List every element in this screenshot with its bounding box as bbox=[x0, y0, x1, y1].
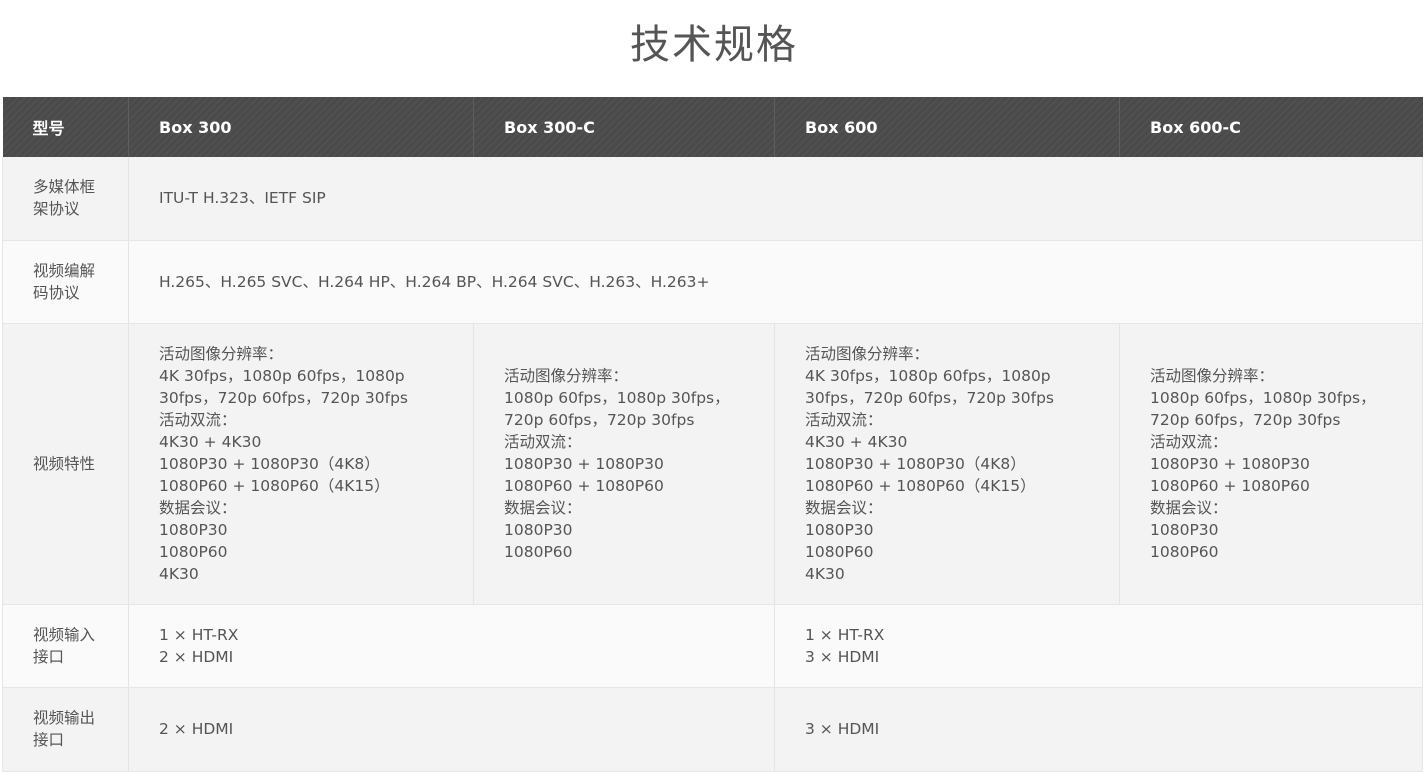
cell-line: 1080p 60fps，1080p 30fps， bbox=[1150, 388, 1376, 407]
cell-line: 2 × HDMI bbox=[159, 647, 234, 666]
cell-line: 1 × HT-RX bbox=[159, 625, 239, 644]
video-output-box600-group: 3 × HDMI bbox=[774, 687, 1423, 772]
cell-line: 1080P60 + 1080P60 bbox=[1150, 476, 1310, 495]
cell-line: 1 × HT-RX bbox=[805, 625, 885, 644]
table-header-row: 型号 Box 300 Box 300-C Box 600 Box 600-C bbox=[2, 97, 1423, 157]
cell-line: 数据会议： bbox=[504, 498, 582, 517]
cell-line: 1080P30 + 1080P30（4K8） bbox=[159, 454, 380, 473]
cell-line: 1080P60 + 1080P60 bbox=[504, 476, 664, 495]
cell-line: 4K30 bbox=[805, 564, 845, 583]
cell-line: 1080P30 + 1080P30 bbox=[504, 454, 664, 473]
cell-line: 3 × HDMI bbox=[805, 647, 880, 666]
cell-line: 数据会议： bbox=[1150, 498, 1228, 517]
cell-line: 1080P60 bbox=[159, 542, 228, 561]
cell-line: 30fps，720p 60fps，720p 30fps bbox=[805, 388, 1054, 407]
header-model: 型号 bbox=[2, 97, 129, 157]
cell-line: 4K30 bbox=[159, 564, 199, 583]
cell-line: 1080P30 bbox=[504, 520, 573, 539]
cell-line: 1080P60 bbox=[1150, 542, 1219, 561]
features-box300c: 活动图像分辨率： 1080p 60fps，1080p 30fps， 720p 60f… bbox=[473, 323, 775, 605]
cell-line: 活动图像分辨率： bbox=[159, 344, 284, 363]
features-box600c: 活动图像分辨率： 1080p 60fps，1080p 30fps， 720p 60f… bbox=[1119, 323, 1423, 605]
spec-table: 型号 Box 300 Box 300-C Box 600 Box 600-C 多… bbox=[2, 97, 1423, 772]
cell-line: 1080P60 + 1080P60（4K15） bbox=[159, 476, 390, 495]
cell-line: 4K 30fps，1080p 60fps，1080p bbox=[159, 366, 405, 385]
cell-line: 720p 60fps，720p 30fps bbox=[504, 410, 695, 429]
cell-line: 4K30 + 4K30 bbox=[159, 432, 262, 451]
cell-line: 1080P30 + 1080P30 bbox=[1150, 454, 1310, 473]
table-row-codec: 视频编解码协议 H.265、H.265 SVC、H.264 HP、H.264 B… bbox=[2, 240, 1423, 324]
row-label: 视频输入接口 bbox=[2, 604, 129, 688]
cell-line: 数据会议： bbox=[159, 498, 237, 517]
cell-line: 活动双流： bbox=[504, 432, 582, 451]
cell-line: 活动双流： bbox=[1150, 432, 1228, 451]
header-box600: Box 600 bbox=[774, 97, 1120, 157]
cell-line: 活动双流： bbox=[159, 410, 237, 429]
cell-line: 1080P60 bbox=[504, 542, 573, 561]
header-box300c: Box 300-C bbox=[473, 97, 775, 157]
framework-value: ITU-T H.323、IETF SIP bbox=[128, 157, 1423, 241]
row-label: 视频特性 bbox=[2, 323, 129, 605]
video-output-box300-group: 2 × HDMI bbox=[128, 687, 775, 772]
row-label: 多媒体框架协议 bbox=[2, 157, 129, 241]
features-box300: 活动图像分辨率： 4K 30fps，1080p 60fps，1080p 30fps，… bbox=[128, 323, 474, 605]
cell-line: 1080P30 bbox=[805, 520, 874, 539]
cell-line: 4K30 + 4K30 bbox=[805, 432, 908, 451]
cell-line: 1080P30 + 1080P30（4K8） bbox=[805, 454, 1026, 473]
video-input-box600-group: 1 × HT-RX 3 × HDMI bbox=[774, 604, 1423, 688]
cell-line: 30fps，720p 60fps，720p 30fps bbox=[159, 388, 408, 407]
cell-line: 1080P60 bbox=[805, 542, 874, 561]
table-row-video-input: 视频输入接口 1 × HT-RX 2 × HDMI 1 × HT-RX 3 × HD… bbox=[2, 604, 1423, 688]
table-row-framework: 多媒体框架协议 ITU-T H.323、IETF SIP bbox=[2, 157, 1423, 241]
cell-line: 活动双流： bbox=[805, 410, 883, 429]
video-input-box300-group: 1 × HT-RX 2 × HDMI bbox=[128, 604, 775, 688]
cell-line: 4K 30fps，1080p 60fps，1080p bbox=[805, 366, 1051, 385]
features-box600: 活动图像分辨率： 4K 30fps，1080p 60fps，1080p 30fps，… bbox=[774, 323, 1120, 605]
cell-line: 720p 60fps，720p 30fps bbox=[1150, 410, 1341, 429]
row-label: 视频编解码协议 bbox=[2, 240, 129, 324]
cell-line: 1080P30 bbox=[159, 520, 228, 539]
cell-line: 1080P60 + 1080P60（4K15） bbox=[805, 476, 1036, 495]
cell-line: 1080p 60fps，1080p 30fps， bbox=[504, 388, 730, 407]
table-row-features: 视频特性 活动图像分辨率： 4K 30fps，1080p 60fps，1080p 3… bbox=[2, 323, 1423, 605]
header-box300: Box 300 bbox=[128, 97, 474, 157]
header-box600c: Box 600-C bbox=[1119, 97, 1423, 157]
cell-line: 活动图像分辨率： bbox=[504, 366, 629, 385]
cell-line: 数据会议： bbox=[805, 498, 883, 517]
cell-line: 活动图像分辨率： bbox=[805, 344, 930, 363]
cell-line: 活动图像分辨率： bbox=[1150, 366, 1275, 385]
cell-line: 1080P30 bbox=[1150, 520, 1219, 539]
row-label: 视频输出接口 bbox=[2, 687, 129, 772]
codec-value: H.265、H.265 SVC、H.264 HP、H.264 BP、H.264 … bbox=[128, 240, 1423, 324]
page-title: 技术规格 bbox=[630, 22, 798, 68]
table-row-video-output: 视频输出接口 2 × HDMI 3 × HDMI bbox=[2, 687, 1423, 772]
